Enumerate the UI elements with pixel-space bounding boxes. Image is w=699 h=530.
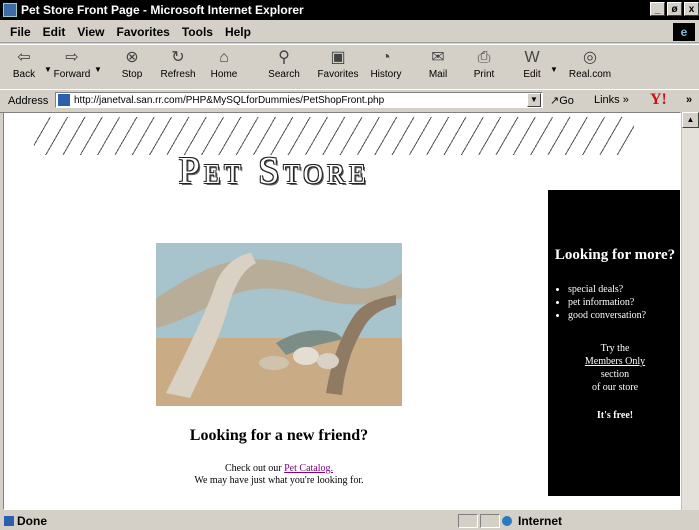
security-zone: Internet	[502, 514, 562, 528]
forward-dropdown-icon[interactable]: ▼	[94, 65, 102, 74]
menu-favorites[interactable]: Favorites	[116, 25, 169, 39]
scroll-up-icon[interactable]: ▲	[682, 112, 699, 128]
mail-button[interactable]: ✉ Mail	[418, 47, 458, 87]
ie-throbber-icon: e	[673, 23, 695, 41]
status-text: Done	[17, 514, 47, 528]
menu-bar: File Edit View Favorites Tools Help e	[0, 22, 699, 43]
vertical-scrollbar[interactable]: ▲	[681, 112, 699, 510]
favorites-button[interactable]: ▣ Favorites	[314, 47, 362, 87]
status-panel	[480, 514, 500, 528]
standard-toolbar: ⇦ Back ▼ ⇨ Forward ▼ ⊗ Stop ↻ Refresh ⌂ …	[0, 44, 699, 90]
page-icon	[58, 94, 70, 106]
close-button[interactable]: x	[684, 2, 699, 16]
printer-icon: ⎙	[477, 49, 491, 66]
page-status-icon	[4, 516, 14, 526]
back-dropdown-icon[interactable]: ▼	[44, 65, 52, 74]
try-prefix: Try the	[600, 343, 630, 354]
stop-icon: ⊗	[125, 49, 139, 66]
edit-dropdown-icon[interactable]: ▼	[550, 65, 558, 74]
favorites-label: Favorites	[317, 69, 359, 80]
forward-arrow-icon: ⇨	[65, 49, 79, 66]
friend-heading: Looking for a new friend?	[189, 427, 369, 444]
window-controls: _ ø x	[648, 2, 699, 16]
menu-help[interactable]: Help	[225, 25, 251, 39]
search-icon: ⚲	[278, 49, 290, 66]
back-button[interactable]: ⇦ Back	[4, 47, 44, 87]
status-bar: Done Internet	[0, 512, 699, 530]
links-button[interactable]: Links »	[594, 94, 629, 106]
history-icon: ◔	[381, 49, 391, 66]
home-icon: ⌂	[219, 49, 229, 66]
sidebar-list-item: good conversation?	[568, 309, 680, 322]
free-note: It's free!	[596, 410, 634, 421]
stop-button[interactable]: ⊗ Stop	[112, 47, 152, 87]
forward-label: Forward	[53, 69, 91, 80]
address-label: Address	[8, 95, 49, 107]
menu-file[interactable]: File	[10, 25, 31, 39]
go-label: Go	[559, 95, 574, 107]
lizard-photo	[156, 243, 402, 406]
print-label: Print	[473, 69, 495, 80]
address-dropdown-icon[interactable]: ▼	[527, 93, 541, 107]
address-url: http://janetval.san.rr.com/PHP&MySQLforD…	[74, 94, 385, 106]
menu-view[interactable]: View	[77, 25, 104, 39]
menu-edit[interactable]: Edit	[43, 25, 66, 39]
sidebar-list-item: pet information?	[568, 296, 680, 309]
ie-app-icon[interactable]	[3, 3, 17, 17]
members-sidebar: Looking for more? special deals? pet inf…	[548, 190, 680, 496]
back-arrow-icon: ⇦	[17, 49, 31, 66]
sidebar-list: special deals? pet information? good con…	[552, 283, 680, 322]
home-button[interactable]: ⌂ Home	[204, 47, 244, 87]
go-arrow-icon: ↗	[550, 95, 560, 107]
status-panel	[458, 514, 478, 528]
realcom-label: Real.com	[568, 69, 612, 80]
refresh-label: Refresh	[160, 69, 196, 80]
sidebar-list-item: special deals?	[568, 283, 680, 296]
members-invitation: Try the Members Only section of our stor…	[548, 342, 680, 394]
check-prefix: Check out our	[224, 463, 285, 474]
edit-label: Edit	[523, 69, 541, 80]
sidebar-heading: Looking for more?	[554, 247, 676, 263]
home-label: Home	[210, 69, 238, 80]
address-bar: Address http://janetval.san.rr.com/PHP&M…	[0, 89, 699, 113]
window-title: Pet Store Front Page - Microsoft Interne…	[21, 3, 304, 17]
stop-label: Stop	[121, 69, 143, 80]
try-suffix-1: section	[600, 369, 630, 380]
search-button[interactable]: ⚲ Search	[264, 47, 304, 87]
search-label: Search	[268, 69, 300, 80]
refresh-button[interactable]: ↻ Refresh	[158, 47, 198, 87]
zone-label: Internet	[518, 514, 563, 528]
history-label: History	[370, 69, 402, 80]
check-line2: We may have just what you're looking for…	[194, 475, 364, 486]
realcom-icon: ◎	[583, 49, 597, 66]
address-input[interactable]: http://janetval.san.rr.com/PHP&MySQLforD…	[55, 92, 543, 108]
mail-label: Mail	[428, 69, 448, 80]
print-button[interactable]: ⎙ Print	[464, 47, 504, 87]
lizard-photo-drawing	[156, 243, 402, 406]
restore-button[interactable]: ø	[667, 2, 682, 16]
refresh-icon: ↻	[171, 49, 185, 66]
pet-catalog-link[interactable]: Pet Catalog.	[284, 463, 333, 474]
members-only-link[interactable]: Members Only	[585, 356, 645, 367]
minimize-button[interactable]: _	[650, 2, 665, 16]
toolbar-more-chevron[interactable]: »	[686, 94, 692, 106]
title-bar: Pet Store Front Page - Microsoft Interne…	[0, 0, 699, 20]
forward-button[interactable]: ⇨ Forward	[52, 47, 92, 87]
menu-tools[interactable]: Tools	[182, 25, 213, 39]
edit-button[interactable]: W Edit	[512, 47, 552, 87]
mail-icon: ✉	[431, 49, 445, 66]
catalog-promo: Check out our Pet Catalog. We may have j…	[124, 463, 434, 487]
page-viewport: Pet Store Looking for more? special deal…	[3, 112, 681, 510]
favorites-folder-icon: ▣	[330, 49, 346, 66]
realcom-button[interactable]: ◎ Real.com	[566, 47, 614, 87]
yahoo-icon[interactable]: Y!	[650, 91, 667, 109]
try-suffix-2: of our store	[591, 382, 639, 393]
history-button[interactable]: ◔ History	[366, 47, 406, 87]
store-title: Pet Store	[178, 150, 370, 192]
internet-globe-icon	[502, 516, 512, 526]
go-button[interactable]: ↗Go	[550, 94, 574, 107]
back-label: Back	[12, 69, 36, 80]
edit-word-icon: W	[524, 49, 540, 66]
